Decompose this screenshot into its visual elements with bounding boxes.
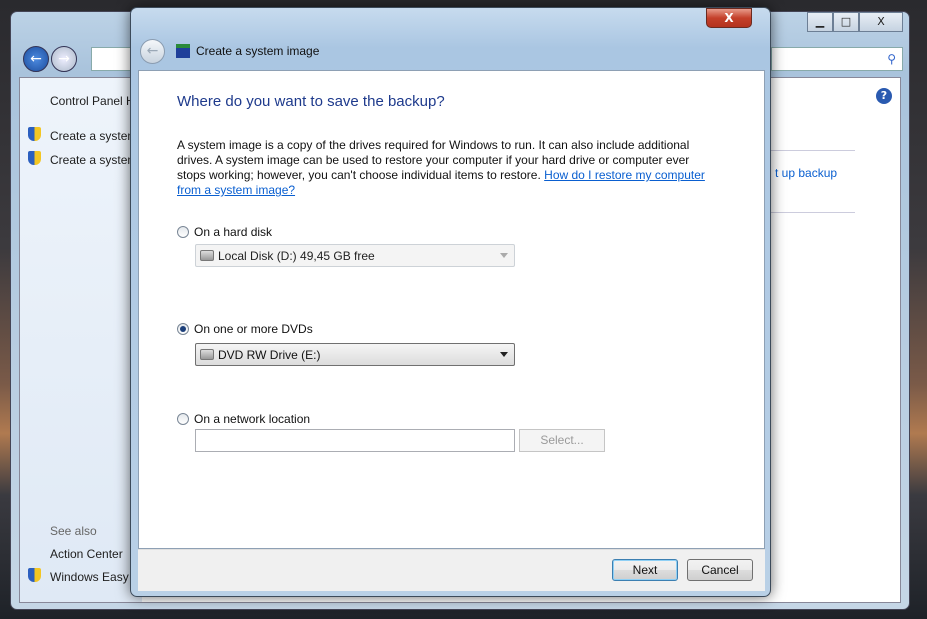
set-up-backup-link[interactable]: t up backup [775, 166, 837, 180]
page-heading: Where do you want to save the backup? [177, 93, 445, 110]
drive-icon [200, 250, 214, 261]
create-system-image-dialog: X ← Create a system image Where do you w… [130, 7, 771, 597]
radio-dvd[interactable]: On one or more DVDs [177, 322, 313, 336]
chevron-down-icon [500, 352, 508, 357]
dialog-close-button[interactable]: X [706, 8, 752, 28]
back-button[interactable]: ← [23, 46, 49, 72]
radio-button[interactable] [177, 323, 189, 335]
action-center-link[interactable]: Action Center [50, 547, 123, 561]
dvd-dropdown[interactable]: DVD RW Drive (E:) [195, 343, 515, 366]
dialog-title: Create a system image [196, 44, 320, 58]
network-location-input[interactable] [195, 429, 515, 452]
divider [770, 212, 855, 213]
shield-icon [28, 127, 41, 141]
dialog-footer: Next Cancel [138, 549, 765, 591]
see-also-label: See also [50, 524, 97, 538]
search-icon: ⚲ [887, 52, 896, 66]
dropdown-value: Local Disk (D:) 49,45 GB free [218, 248, 375, 263]
windows-easy-transfer-link[interactable]: Windows Easy T [50, 570, 139, 584]
search-box[interactable]: ⚲ [771, 47, 903, 71]
radio-button[interactable] [177, 226, 189, 238]
dropdown-value: DVD RW Drive (E:) [218, 347, 321, 362]
radio-hard-disk[interactable]: On a hard disk [177, 225, 272, 239]
control-panel-home-link[interactable]: Control Panel H [50, 94, 135, 108]
chevron-down-icon [500, 253, 508, 258]
radio-label: On a hard disk [194, 225, 273, 239]
dvd-drive-icon [200, 349, 214, 360]
radio-network[interactable]: On a network location [177, 412, 310, 426]
back-button[interactable]: ← [140, 39, 165, 64]
shield-icon [28, 151, 41, 165]
create-system-repair-link[interactable]: Create a system [50, 153, 137, 167]
create-system-image-link[interactable]: Create a system [50, 129, 137, 143]
next-button[interactable]: Next [612, 559, 678, 581]
maximize-button[interactable]: □ [833, 12, 859, 32]
divider [770, 150, 855, 151]
radio-button[interactable] [177, 413, 189, 425]
close-button[interactable]: X [859, 12, 903, 32]
backup-icon [176, 44, 190, 58]
radio-label: On a network location [194, 412, 311, 426]
forward-button[interactable]: → [51, 46, 77, 72]
help-icon[interactable]: ? [876, 88, 892, 104]
description: A system image is a copy of the drives r… [177, 138, 717, 198]
dialog-content: Where do you want to save the backup? A … [138, 70, 765, 549]
radio-label: On one or more DVDs [194, 322, 313, 336]
minimize-button[interactable]: ▁ [807, 12, 833, 32]
cancel-button[interactable]: Cancel [687, 559, 753, 581]
hard-disk-dropdown[interactable]: Local Disk (D:) 49,45 GB free [195, 244, 515, 267]
left-pane: Control Panel H Create a system Create a… [20, 78, 142, 602]
select-button[interactable]: Select... [519, 429, 605, 452]
shield-icon [28, 568, 41, 582]
